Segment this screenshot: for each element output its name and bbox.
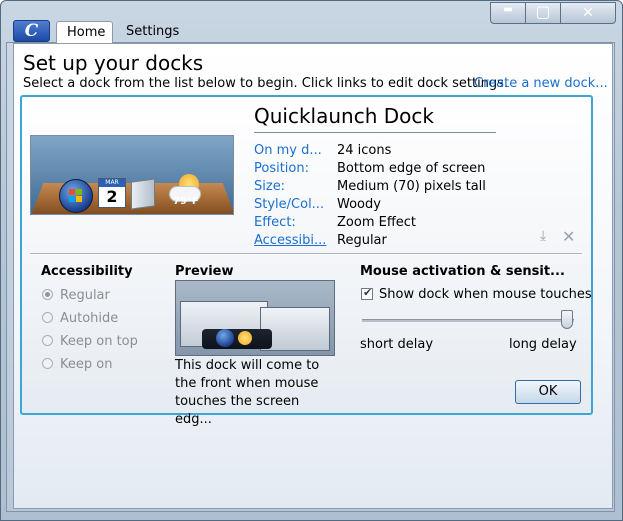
- preview-description: This dock will come to the front when mo…: [175, 358, 320, 427]
- icons-link[interactable]: On my d...: [254, 143, 330, 158]
- preview-weather-icon: [238, 331, 252, 345]
- documents-icon: [131, 178, 155, 210]
- page-subtitle: Select a dock from the list below to beg…: [23, 76, 509, 91]
- style-value: Woody: [337, 197, 381, 212]
- calendar-icon: MAR 2: [98, 178, 126, 208]
- preview-start-icon: [216, 329, 234, 347]
- radio-regular[interactable]: Regular: [42, 288, 110, 303]
- close-button[interactable]: ✕: [560, 2, 616, 24]
- size-link[interactable]: Size:: [254, 179, 330, 194]
- delay-slider-track[interactable]: [362, 319, 574, 322]
- radio-keep-on[interactable]: Keep on: [42, 357, 112, 372]
- maximize-button[interactable]: ▢: [525, 2, 561, 24]
- temperature-label: 79°F: [173, 196, 199, 207]
- radio-label: Keep on: [60, 357, 113, 372]
- radio-label: Autohide: [60, 311, 119, 326]
- dock-thumbnail[interactable]: MAR 2 79°F: [30, 135, 234, 215]
- minimize-button[interactable]: ▬: [490, 2, 526, 24]
- radio-label: Regular: [60, 288, 110, 303]
- minimize-icon: ▬: [503, 4, 513, 15]
- long-delay-label: long delay: [509, 337, 577, 352]
- tab-settings[interactable]: Settings: [116, 21, 190, 43]
- preview-dock-strip: [202, 329, 272, 349]
- calendar-day: 2: [106, 187, 118, 206]
- short-delay-label: short delay: [360, 337, 434, 352]
- radio-icon: [42, 312, 53, 323]
- radio-label: Keep on top: [60, 334, 138, 349]
- checkbox-box: ✔: [361, 287, 373, 300]
- maximize-icon: ▢: [535, 2, 551, 21]
- icons-value: 24 icons: [337, 143, 392, 158]
- mouse-activation-heading: Mouse activation & sensit...: [360, 264, 565, 279]
- style-link[interactable]: Style/Col...: [254, 197, 330, 212]
- close-icon: ✕: [582, 5, 594, 21]
- calendar-month: MAR: [99, 179, 125, 187]
- ok-button[interactable]: OK: [515, 380, 581, 404]
- radio-autohide[interactable]: Autohide: [42, 311, 118, 326]
- radio-icon: [42, 335, 53, 346]
- position-value: Bottom edge of screen: [337, 161, 486, 176]
- preview-image: [175, 280, 335, 356]
- size-value: Medium (70) pixels tall: [337, 179, 486, 194]
- page-title: Set up your docks: [23, 51, 204, 75]
- dock-name-underline: [254, 132, 496, 133]
- show-dock-checkbox[interactable]: ✔ Show dock when mouse touches e: [361, 287, 593, 302]
- app-logo-icon[interactable]: C: [13, 20, 50, 42]
- accessibility-heading: Accessibility: [41, 264, 133, 279]
- delete-icon[interactable]: ✕: [562, 227, 575, 246]
- checkmark-icon: ✔: [363, 287, 373, 299]
- download-icon[interactable]: ⤓: [540, 228, 546, 244]
- dock-name: Quicklaunch Dock: [254, 104, 434, 128]
- create-dock-link[interactable]: Create a new dock...: [474, 76, 608, 91]
- tab-label: Settings: [126, 24, 180, 39]
- position-link[interactable]: Position:: [254, 161, 330, 176]
- accessibility-value: Regular: [337, 233, 387, 248]
- tab-label: Home: [67, 25, 106, 40]
- accessibility-link[interactable]: Accessibi...: [254, 233, 330, 248]
- delay-slider-thumb[interactable]: [561, 310, 573, 329]
- radio-icon: [42, 289, 53, 300]
- checkbox-label: Show dock when mouse touches e: [379, 287, 593, 302]
- radio-icon: [42, 358, 53, 369]
- effect-link[interactable]: Effect:: [254, 215, 330, 230]
- section-divider-highlight: [30, 254, 582, 255]
- effect-value: Zoom Effect: [337, 215, 417, 230]
- radio-keep-on-top[interactable]: Keep on top: [42, 334, 138, 349]
- preview-heading: Preview: [175, 264, 234, 279]
- tab-home[interactable]: Home: [56, 21, 113, 44]
- windows-logo-icon: [59, 179, 93, 213]
